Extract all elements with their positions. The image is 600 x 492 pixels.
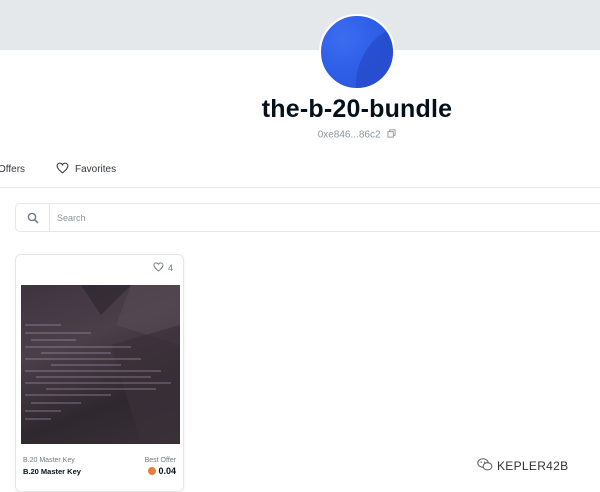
heart-icon	[153, 262, 164, 274]
weth-icon	[148, 467, 157, 475]
tab-favorites[interactable]: Favorites	[56, 160, 116, 178]
search-input[interactable]	[57, 212, 557, 223]
heart-icon	[56, 162, 69, 177]
best-offer-label: Best Offer	[144, 457, 176, 464]
watermark-text: KEPLER42B	[497, 459, 569, 473]
collection-title: the-b-20-bundle	[261, 95, 453, 123]
search-icon[interactable]	[16, 204, 50, 231]
tab-favorites-label: Favorites	[75, 163, 117, 175]
tab-offers-label: Offers	[0, 163, 26, 175]
contract-address: 0xe846...86c2	[317, 129, 381, 141]
favorites-count: 4	[167, 263, 173, 273]
card-price: 0.04	[148, 466, 176, 476]
collection-avatar	[319, 14, 395, 90]
watermark: KEPLER42B	[477, 458, 568, 474]
price-value: 0.04	[158, 466, 176, 476]
profile-tabs: Offers Favorites	[0, 160, 600, 188]
avatar-swoosh	[342, 17, 393, 88]
search-bar[interactable]	[15, 203, 600, 232]
nft-image[interactable]	[21, 285, 180, 444]
card-item-name: B.20 Master Key	[23, 467, 81, 476]
tab-offers[interactable]: Offers	[0, 160, 25, 178]
wechat-icon	[477, 458, 493, 474]
card-collection-name: B.20 Master Key	[23, 457, 75, 464]
collection-banner	[0, 0, 600, 50]
nft-card[interactable]: 4 B.20 Master Key B.20 Master Key Best O…	[15, 254, 184, 492]
contract-address-row[interactable]: 0xe846...86c2	[0, 129, 600, 141]
copy-icon[interactable]	[387, 129, 396, 141]
card-favorite[interactable]: 4	[153, 262, 173, 274]
